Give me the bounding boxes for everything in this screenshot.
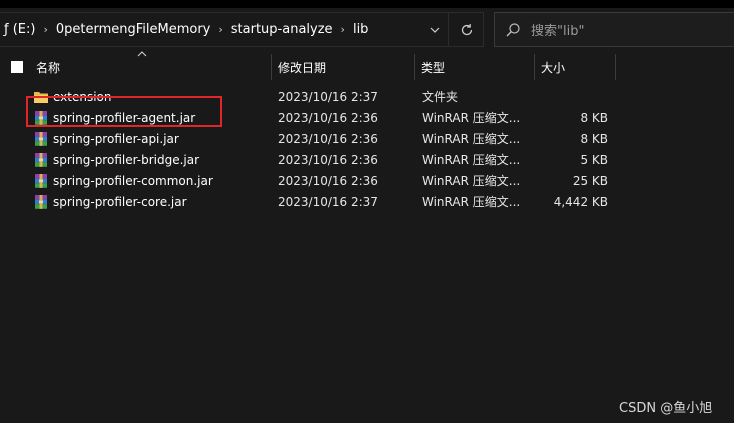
winrar-archive-icon — [35, 194, 47, 209]
breadcrumb-folder[interactable]: 0petermengFileMemory — [52, 13, 215, 46]
file-size: 8 KB — [580, 110, 608, 125]
breadcrumb-folder[interactable]: startup-analyze — [227, 13, 337, 46]
file-date: 2023/10/16 2:37 — [278, 89, 378, 104]
file-row[interactable]: spring-profiler-core.jar 2023/10/16 2:37… — [0, 191, 734, 212]
address-history-button[interactable] — [422, 13, 448, 46]
column-type[interactable]: 类型 — [415, 54, 534, 80]
file-size: 5 KB — [580, 152, 608, 167]
file-name: spring-profiler-core.jar — [53, 194, 187, 209]
folder-icon — [34, 91, 48, 103]
file-list: extension 2023/10/16 2:37 文件夹 spring-pro… — [0, 86, 734, 212]
file-date: 2023/10/16 2:36 — [278, 110, 378, 125]
breadcrumb-separator[interactable]: › — [39, 13, 51, 46]
file-row[interactable]: extension 2023/10/16 2:37 文件夹 — [0, 86, 734, 107]
file-row[interactable]: spring-profiler-api.jar 2023/10/16 2:36 … — [0, 128, 734, 149]
file-type: WinRAR 压缩文... — [422, 153, 521, 167]
address-bar[interactable]: ƒ (E:) › 0petermengFileMemory › startup-… — [0, 12, 484, 47]
breadcrumb-drive[interactable]: ƒ (E:) — [0, 13, 39, 46]
file-type: 文件夹 — [422, 90, 459, 104]
refresh-icon — [461, 23, 472, 35]
winrar-archive-icon — [35, 173, 47, 188]
file-type: WinRAR 压缩文... — [422, 174, 521, 188]
file-name-cell: spring-profiler-core.jar — [33, 191, 269, 212]
search-icon — [495, 13, 531, 46]
file-name-cell: spring-profiler-agent.jar — [33, 107, 269, 128]
column-date[interactable]: 修改日期 — [272, 54, 414, 80]
file-row[interactable]: spring-profiler-common.jar 2023/10/16 2:… — [0, 170, 734, 191]
refresh-button[interactable] — [448, 13, 484, 46]
file-name: extension — [53, 89, 112, 104]
file-row[interactable]: spring-profiler-agent.jar 2023/10/16 2:3… — [0, 107, 734, 128]
file-type: WinRAR 压缩文... — [422, 195, 521, 209]
breadcrumb-separator[interactable]: › — [337, 13, 349, 46]
file-size — [536, 86, 608, 107]
file-date: 2023/10/16 2:36 — [278, 173, 378, 188]
watermark: CSDN @鱼小旭 — [619, 401, 713, 416]
file-name-cell: extension — [33, 86, 269, 107]
winrar-archive-icon — [35, 152, 47, 167]
search-box[interactable]: 搜索"lib" — [494, 12, 734, 47]
file-name-cell: spring-profiler-common.jar — [33, 170, 269, 191]
breadcrumb-separator[interactable]: › — [214, 13, 226, 46]
file-size: 4,442 KB — [553, 194, 608, 209]
file-name: spring-profiler-agent.jar — [53, 110, 196, 125]
breadcrumb-current[interactable]: lib — [349, 13, 372, 46]
column-name[interactable]: 名称 — [30, 54, 270, 80]
search-input[interactable]: 搜索"lib" — [531, 20, 584, 39]
file-name: spring-profiler-bridge.jar — [53, 152, 200, 167]
chevron-down-icon — [430, 27, 440, 33]
file-size: 8 KB — [580, 131, 608, 146]
select-all-checkbox[interactable] — [11, 61, 23, 73]
file-name: spring-profiler-api.jar — [53, 131, 179, 146]
title-strip — [0, 0, 734, 8]
file-date: 2023/10/16 2:36 — [278, 152, 378, 167]
file-date: 2023/10/16 2:37 — [278, 194, 378, 209]
file-type: WinRAR 压缩文... — [422, 132, 521, 146]
file-size: 25 KB — [572, 173, 608, 188]
file-name-cell: spring-profiler-api.jar — [33, 128, 269, 149]
file-name-cell: spring-profiler-bridge.jar — [33, 149, 269, 170]
file-type: WinRAR 压缩文... — [422, 111, 521, 125]
winrar-archive-icon — [35, 131, 47, 146]
winrar-archive-icon — [35, 110, 47, 125]
column-header: 名称 修改日期 类型 大小 — [0, 54, 734, 80]
column-divider[interactable] — [615, 54, 616, 80]
file-row[interactable]: spring-profiler-bridge.jar 2023/10/16 2:… — [0, 149, 734, 170]
file-name: spring-profiler-common.jar — [53, 173, 213, 188]
column-size[interactable]: 大小 — [535, 54, 615, 80]
file-date: 2023/10/16 2:36 — [278, 131, 378, 146]
